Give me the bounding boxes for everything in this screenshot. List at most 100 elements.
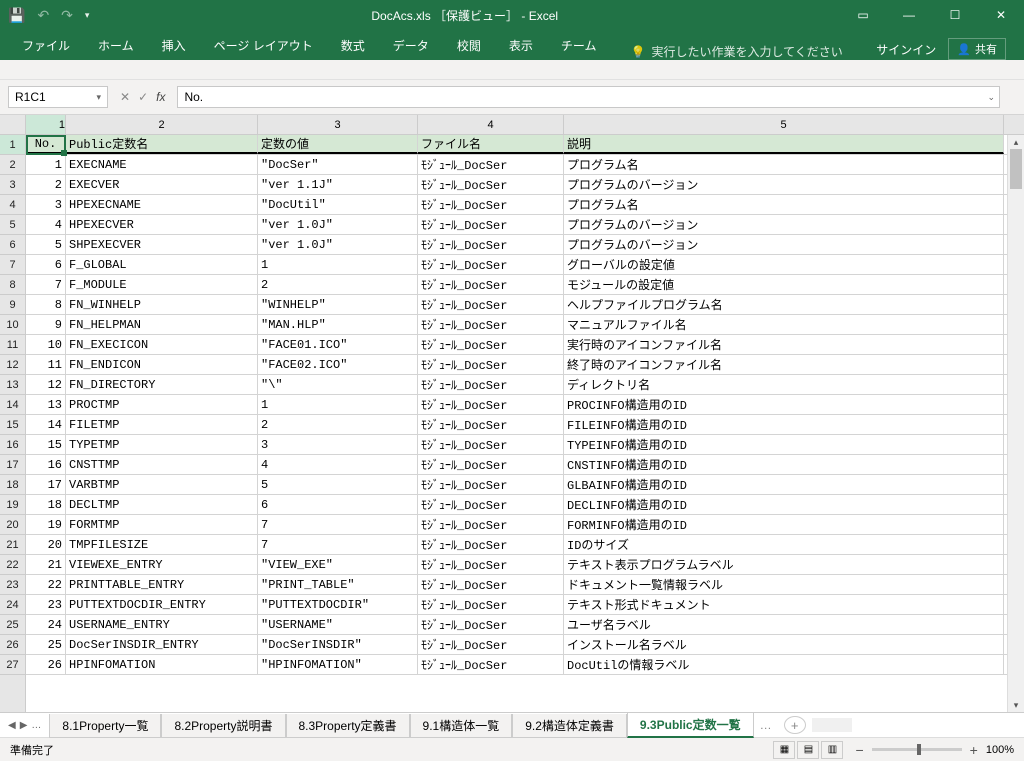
scroll-thumb[interactable] — [1010, 149, 1022, 189]
cell[interactable]: PROCINFO構造用のID — [564, 395, 1004, 414]
cell[interactable]: 23 — [26, 595, 66, 614]
cell[interactable]: "PRINT_TABLE" — [258, 575, 418, 594]
col-header-1[interactable]: 1 — [26, 115, 66, 134]
cell[interactable]: "FACE01.ICO" — [258, 335, 418, 354]
cell[interactable]: プログラムのバージョン — [564, 215, 1004, 234]
cell[interactable]: グローバルの設定値 — [564, 255, 1004, 274]
row-header[interactable]: 23 — [0, 575, 25, 595]
cell[interactable]: EXECNAME — [66, 155, 258, 174]
cell[interactable]: "VIEW_EXE" — [258, 555, 418, 574]
name-box[interactable]: R1C1 ▾ — [8, 86, 108, 108]
cell[interactable]: プログラムのバージョン — [564, 235, 1004, 254]
col-header-5[interactable]: 5 — [564, 115, 1004, 134]
cell[interactable]: PUTTEXTDOCDIR_ENTRY — [66, 595, 258, 614]
enter-icon[interactable]: ✓ — [138, 90, 148, 104]
cell[interactable]: SHPEXECVER — [66, 235, 258, 254]
cell[interactable]: ﾓｼﾞｭｰﾙ_DocSer — [418, 255, 564, 274]
scroll-down-icon[interactable]: ▾ — [1008, 698, 1024, 712]
cell[interactable]: ﾓｼﾞｭｰﾙ_DocSer — [418, 555, 564, 574]
row-header[interactable]: 10 — [0, 315, 25, 335]
redo-icon[interactable]: ↷ — [61, 7, 73, 24]
cell[interactable]: 26 — [26, 655, 66, 674]
cell[interactable]: 8 — [26, 295, 66, 314]
row-header[interactable]: 12 — [0, 355, 25, 375]
cell[interactable]: 2 — [258, 275, 418, 294]
zoom-handle[interactable] — [917, 744, 921, 755]
sheet-nav-prev-icon[interactable]: ◀ — [8, 720, 16, 731]
zoom-out-button[interactable]: − — [855, 742, 863, 758]
page-layout-button[interactable]: ▤ — [797, 741, 819, 759]
cell[interactable]: インストール名ラベル — [564, 635, 1004, 654]
formula-bar[interactable]: No. ⌄ — [177, 86, 1000, 108]
cell[interactable]: ディレクトリ名 — [564, 375, 1004, 394]
cell[interactable]: ﾓｼﾞｭｰﾙ_DocSer — [418, 235, 564, 254]
cell[interactable]: 20 — [26, 535, 66, 554]
cell[interactable]: ユーザ名ラベル — [564, 615, 1004, 634]
cell[interactable]: 15 — [26, 435, 66, 454]
vertical-scrollbar[interactable]: ▴ ▾ — [1007, 135, 1024, 712]
cell[interactable]: PRINTTABLE_ENTRY — [66, 575, 258, 594]
cell[interactable]: ﾓｼﾞｭｰﾙ_DocSer — [418, 595, 564, 614]
cell[interactable]: ﾓｼﾞｭｰﾙ_DocSer — [418, 455, 564, 474]
cell[interactable]: ﾓｼﾞｭｰﾙ_DocSer — [418, 635, 564, 654]
cell[interactable]: DocSerINSDIR_ENTRY — [66, 635, 258, 654]
sheet-tab[interactable]: 8.1Property一覧 — [49, 714, 161, 738]
cell[interactable]: 5 — [258, 475, 418, 494]
cell[interactable]: テキスト形式ドキュメント — [564, 595, 1004, 614]
cell[interactable]: ﾓｼﾞｭｰﾙ_DocSer — [418, 155, 564, 174]
sheet-tab[interactable]: 8.3Property定義書 — [286, 714, 410, 738]
cell[interactable]: ドキュメント一覧情報ラベル — [564, 575, 1004, 594]
header-file[interactable]: ファイル名 — [418, 135, 564, 154]
cell[interactable]: 7 — [258, 535, 418, 554]
cell[interactable]: TMPFILESIZE — [66, 535, 258, 554]
formula-expand-icon[interactable]: ⌄ — [987, 92, 995, 103]
tab-home[interactable]: ホーム — [84, 31, 148, 60]
cell[interactable]: プログラム名 — [564, 195, 1004, 214]
row-header[interactable]: 19 — [0, 495, 25, 515]
cell[interactable]: 13 — [26, 395, 66, 414]
cell[interactable]: VARBTMP — [66, 475, 258, 494]
cell[interactable]: 11 — [26, 355, 66, 374]
cell[interactable]: ﾓｼﾞｭｰﾙ_DocSer — [418, 295, 564, 314]
tab-formulas[interactable]: 数式 — [327, 31, 379, 60]
cell[interactable]: EXECVER — [66, 175, 258, 194]
row-header[interactable]: 1 — [0, 135, 25, 155]
cell[interactable]: FN_DIRECTORY — [66, 375, 258, 394]
cell[interactable]: 6 — [26, 255, 66, 274]
cell[interactable]: F_GLOBAL — [66, 255, 258, 274]
save-icon[interactable]: 💾 — [8, 7, 25, 24]
tell-me-search[interactable]: 💡 実行したい作業を入力してください — [610, 43, 876, 60]
cell[interactable]: 実行時のアイコンファイル名 — [564, 335, 1004, 354]
cell[interactable]: FILETMP — [66, 415, 258, 434]
col-header-4[interactable]: 4 — [418, 115, 564, 134]
cell[interactable]: USERNAME_ENTRY — [66, 615, 258, 634]
cell[interactable]: 3 — [26, 195, 66, 214]
cell[interactable]: ﾓｼﾞｭｰﾙ_DocSer — [418, 175, 564, 194]
cell[interactable]: F_MODULE — [66, 275, 258, 294]
cell[interactable]: 10 — [26, 335, 66, 354]
tab-file[interactable]: ファイル — [8, 31, 84, 60]
cell[interactable]: FORMINFO構造用のID — [564, 515, 1004, 534]
cell[interactable]: FORMTMP — [66, 515, 258, 534]
sheet-nav-next-icon[interactable]: ▶ — [20, 720, 28, 731]
cell[interactable]: "DocUtil" — [258, 195, 418, 214]
cell[interactable]: "HPINFOMATION" — [258, 655, 418, 674]
row-header[interactable]: 24 — [0, 595, 25, 615]
maximize-button[interactable]: ☐ — [932, 0, 978, 30]
cell[interactable]: 3 — [258, 435, 418, 454]
cell[interactable]: "DocSerINSDIR" — [258, 635, 418, 654]
minimize-button[interactable]: — — [886, 0, 932, 30]
cell[interactable]: ﾓｼﾞｭｰﾙ_DocSer — [418, 335, 564, 354]
cell[interactable]: マニュアルファイル名 — [564, 315, 1004, 334]
cell[interactable]: DECLTMP — [66, 495, 258, 514]
cell[interactable]: 14 — [26, 415, 66, 434]
cell[interactable]: ﾓｼﾞｭｰﾙ_DocSer — [418, 315, 564, 334]
header-no[interactable]: No. — [26, 135, 66, 154]
tab-insert[interactable]: 挿入 — [148, 31, 200, 60]
cell[interactable]: ﾓｼﾞｭｰﾙ_DocSer — [418, 395, 564, 414]
cell[interactable]: 7 — [26, 275, 66, 294]
cell[interactable]: ﾓｼﾞｭｰﾙ_DocSer — [418, 615, 564, 634]
cell[interactable]: 5 — [26, 235, 66, 254]
sheet-tab[interactable]: 9.3Public定数一覧 — [627, 713, 754, 738]
cell[interactable]: "FACE02.ICO" — [258, 355, 418, 374]
